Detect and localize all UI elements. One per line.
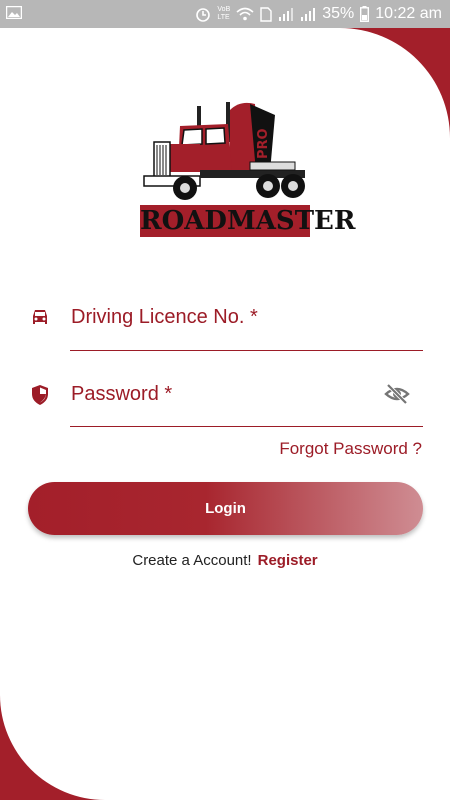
sim-icon (260, 6, 272, 22)
volte-bottom: LTE (217, 14, 230, 21)
logo-badge: PRO (256, 128, 271, 160)
licence-input[interactable]: Driving Licence No. * (71, 306, 258, 329)
create-account-text: Create a Account! (132, 552, 252, 569)
image-notification-icon (6, 6, 22, 19)
battery-percent: 35% (322, 5, 355, 22)
volte-indicator: VoB LTE (217, 6, 230, 22)
clock: 10:22 am (375, 5, 442, 22)
password-input[interactable]: Password * (71, 383, 172, 406)
forgot-password-link[interactable]: Forgot Password ? (279, 439, 422, 459)
logo-brand-text: ROADMASTER (140, 205, 356, 237)
register-row: Create a Account! Register (0, 552, 450, 569)
status-bar: VoB LTE 35% 10:22 am (0, 0, 450, 28)
password-underline (70, 426, 423, 427)
alarm-icon (196, 8, 211, 22)
licence-underline (70, 350, 423, 351)
login-button[interactable]: Login (28, 482, 423, 535)
wifi-icon (236, 7, 254, 21)
shield-icon (32, 385, 48, 405)
signal-1-icon (279, 8, 294, 21)
signal-2-icon (301, 8, 316, 21)
battery-icon (360, 6, 370, 22)
volte-top: VoB (217, 6, 231, 13)
car-icon (33, 310, 47, 324)
register-link[interactable]: Register (258, 552, 318, 569)
status-icons: VoB LTE 35% 10:22 am (195, 4, 442, 24)
eye-off-icon[interactable] (384, 383, 410, 405)
